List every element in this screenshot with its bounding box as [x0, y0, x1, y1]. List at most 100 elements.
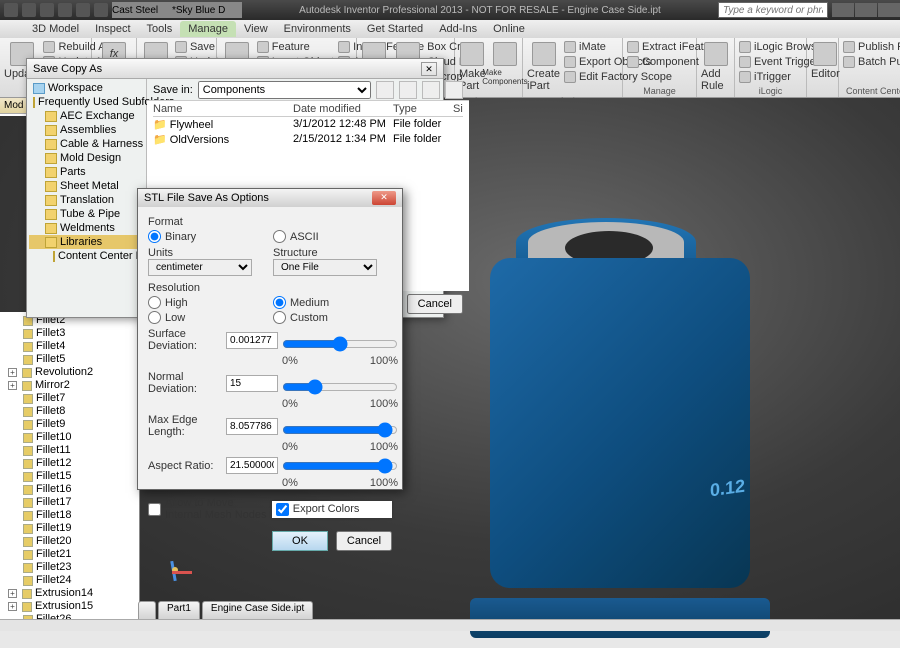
places-item[interactable]: AEC Exchange	[29, 109, 144, 123]
tab-3dmodel[interactable]: 3D Model	[24, 21, 87, 37]
model-browser-tab[interactable]: Mod	[0, 98, 28, 116]
places-item[interactable]: Assemblies	[29, 123, 144, 137]
feature-node[interactable]: Fillet9	[8, 418, 139, 431]
res-high-radio[interactable]	[148, 296, 161, 309]
res-custom-radio[interactable]	[273, 311, 286, 324]
places-item[interactable]: Translation	[29, 193, 144, 207]
feature-node[interactable]: Fillet7	[8, 392, 139, 405]
save-icon[interactable]	[58, 3, 72, 17]
minimize-button[interactable]	[832, 3, 854, 17]
new-folder-icon[interactable]	[422, 81, 440, 99]
surface-dev-slider[interactable]	[282, 336, 398, 352]
feature-node[interactable]: Fillet21	[8, 548, 139, 561]
editor-button[interactable]: Editor	[809, 40, 842, 82]
max-edge-slider[interactable]	[282, 422, 398, 438]
units-dropdown[interactable]: centimeter	[148, 259, 252, 276]
appearance-dropdown[interactable]	[172, 2, 242, 18]
back-icon[interactable]	[376, 81, 394, 99]
places-item[interactable]: Cable & Harness	[29, 137, 144, 151]
format-binary-radio[interactable]	[148, 230, 161, 243]
feature-node[interactable]: +Extrusion15	[8, 600, 139, 613]
close-icon[interactable]: ✕	[421, 62, 437, 76]
tab-addins[interactable]: Add-Ins	[431, 21, 485, 37]
save-cancel-button[interactable]: Cancel	[407, 294, 463, 314]
aspect-ratio-input[interactable]	[226, 457, 278, 474]
res-medium-radio[interactable]	[273, 296, 286, 309]
tab-tools[interactable]: Tools	[139, 21, 181, 37]
tab-online[interactable]: Online	[485, 21, 533, 37]
feature-node[interactable]: Fillet4	[8, 340, 139, 353]
tab-manage[interactable]: Manage	[180, 21, 236, 37]
new-icon[interactable]	[22, 3, 36, 17]
undo-icon[interactable]	[76, 3, 90, 17]
places-item[interactable]: Libraries	[29, 235, 144, 249]
feature-node[interactable]: Fillet23	[8, 561, 139, 574]
places-item[interactable]: Content Center Files	[29, 249, 144, 263]
up-icon[interactable]	[399, 81, 417, 99]
views-icon[interactable]	[445, 81, 463, 99]
places-item[interactable]: Sheet Metal	[29, 179, 144, 193]
list-row[interactable]: 📁 Flywheel3/1/2012 12:48 PMFile folder	[153, 117, 463, 132]
tab-getstarted[interactable]: Get Started	[359, 21, 431, 37]
publish-feature-button[interactable]: Publish Feature	[841, 40, 900, 54]
feature-node[interactable]: Fillet18	[8, 509, 139, 522]
allow-move-check[interactable]	[148, 503, 161, 516]
redo-icon[interactable]	[94, 3, 108, 17]
structure-dropdown[interactable]: One File	[273, 259, 377, 276]
tab-view[interactable]: View	[236, 21, 276, 37]
max-edge-input[interactable]	[226, 418, 278, 435]
add-rule-button[interactable]: Add Rule	[699, 40, 732, 94]
aspect-ratio-slider[interactable]	[282, 458, 398, 474]
list-row[interactable]: 📁 OldVersions2/15/2012 1:34 PMFile folde…	[153, 132, 463, 147]
feature-node[interactable]: Fillet24	[8, 574, 139, 587]
stl-cancel-button[interactable]: Cancel	[336, 531, 392, 551]
feature-node[interactable]: +Revolution2	[8, 366, 139, 379]
doc-tab-home[interactable]	[138, 601, 156, 619]
material-dropdown[interactable]	[112, 2, 172, 18]
close-button[interactable]	[878, 3, 900, 17]
places-item[interactable]: Mold Design	[29, 151, 144, 165]
create-ipart-button[interactable]: Create iPart	[525, 40, 562, 94]
places-item[interactable]: Frequently Used Subfolders	[29, 95, 144, 109]
dialog-titlebar[interactable]: Save Copy As ✕	[27, 59, 443, 79]
feature-node[interactable]: Fillet10	[8, 431, 139, 444]
model-browser-tree[interactable]: Fillet2Fillet3Fillet4Fillet5+Revolution2…	[0, 312, 140, 619]
export-colors-check[interactable]	[276, 503, 289, 516]
savein-dropdown[interactable]: Components	[198, 81, 371, 99]
feature-node[interactable]: Fillet5	[8, 353, 139, 366]
places-item[interactable]: Weldments	[29, 221, 144, 235]
feature-node[interactable]: Fillet16	[8, 483, 139, 496]
feature-node[interactable]: Fillet20	[8, 535, 139, 548]
doc-tab-engine-case[interactable]: Engine Case Side.ipt	[202, 601, 313, 619]
normal-dev-input[interactable]	[226, 375, 278, 392]
feature-node[interactable]: Fillet11	[8, 444, 139, 457]
feature-node[interactable]: Fillet19	[8, 522, 139, 535]
feature-node[interactable]: Fillet17	[8, 496, 139, 509]
feature-node[interactable]: Fillet12	[8, 457, 139, 470]
places-item[interactable]: Parts	[29, 165, 144, 179]
res-low-radio[interactable]	[148, 311, 161, 324]
normal-dev-slider[interactable]	[282, 379, 398, 395]
export-colors-check-label[interactable]: Export Colors	[272, 501, 392, 518]
open-icon[interactable]	[40, 3, 54, 17]
feature-button[interactable]: Feature	[255, 40, 336, 54]
maximize-button[interactable]	[855, 3, 877, 17]
places-item[interactable]: Tube & Pipe	[29, 207, 144, 221]
tab-environments[interactable]: Environments	[276, 21, 359, 37]
feature-node[interactable]: Fillet8	[8, 405, 139, 418]
feature-node[interactable]: Fillet3	[8, 327, 139, 340]
app-menu-icon[interactable]	[4, 3, 18, 17]
batch-publish-button[interactable]: Batch Publish	[841, 55, 900, 69]
doc-tab-part1[interactable]: Part1	[158, 601, 200, 619]
close-icon[interactable]: ✕	[372, 191, 396, 205]
make-components-button[interactable]: Make Components	[488, 40, 522, 88]
feature-node[interactable]: Fillet15	[8, 470, 139, 483]
format-ascii-radio[interactable]	[273, 230, 286, 243]
surface-dev-input[interactable]	[226, 332, 278, 349]
help-search-input[interactable]	[718, 2, 828, 18]
feature-node[interactable]: +Mirror2	[8, 379, 139, 392]
dialog-titlebar[interactable]: STL File Save As Options ✕	[138, 189, 402, 207]
tab-inspect[interactable]: Inspect	[87, 21, 138, 37]
stl-ok-button[interactable]: OK	[272, 531, 328, 551]
feature-node[interactable]: +Extrusion14	[8, 587, 139, 600]
